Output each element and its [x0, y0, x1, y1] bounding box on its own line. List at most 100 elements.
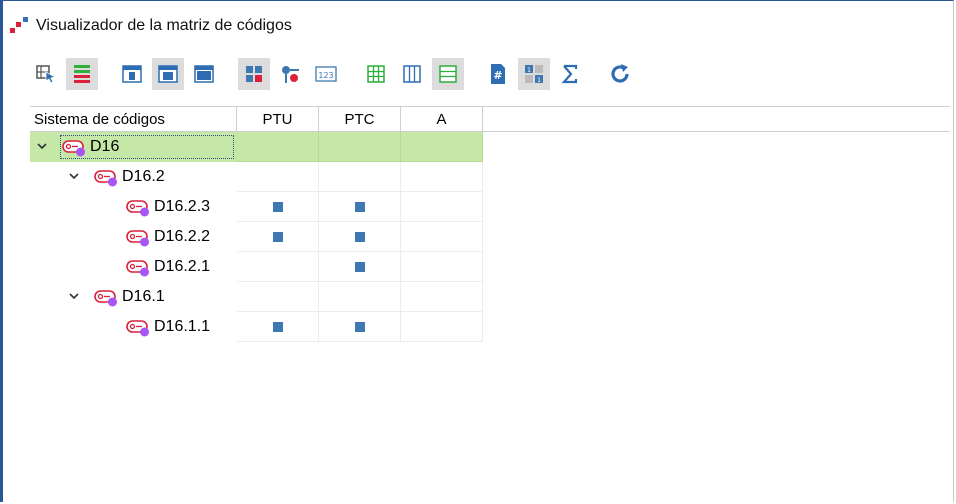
grid-header: Sistema de códigos PTU PTC A: [30, 106, 950, 132]
window-layout-icon: [158, 65, 178, 83]
matrix-cell[interactable]: [319, 252, 401, 282]
window-title: Visualizador de la matriz de códigos: [36, 17, 292, 34]
matrix-mark: [355, 232, 365, 242]
matrix-cell[interactable]: [319, 192, 401, 222]
rows-button[interactable]: [432, 58, 464, 90]
code-tag-icon: [126, 230, 149, 247]
matrix-cell[interactable]: [401, 312, 483, 342]
refresh-button[interactable]: [604, 58, 636, 90]
binary-matrix-icon: 1 1: [525, 65, 543, 84]
tree-cell[interactable]: D16.2.2: [30, 222, 237, 252]
header-code-system[interactable]: Sistema de códigos: [30, 107, 237, 131]
chevron-down-icon[interactable]: [68, 170, 80, 182]
svg-text:123: 123: [318, 71, 333, 80]
code-tag-icon: [94, 170, 117, 187]
tree-cell[interactable]: D16.2.3: [30, 192, 237, 222]
layout-1-button[interactable]: [116, 58, 148, 90]
table-row[interactable]: D16.2.1: [30, 252, 950, 282]
table-row[interactable]: D16: [30, 132, 950, 162]
grid-button[interactable]: [360, 58, 392, 90]
tree-cell[interactable]: D16.2: [30, 162, 237, 192]
toolbar: 123 # 1 1: [30, 54, 640, 94]
code-label: D16.2.3: [154, 198, 211, 215]
window-full-icon: [194, 65, 214, 83]
matrix-mark: [273, 232, 283, 242]
table-row[interactable]: D16.2.2: [30, 222, 950, 252]
code-label: D16.1.1: [154, 318, 211, 335]
chevron-down-icon[interactable]: [36, 140, 48, 152]
title-bar: Visualizador de la matriz de códigos: [8, 12, 292, 40]
tree-cell[interactable]: D16.1.1: [30, 312, 237, 342]
matrix-cell[interactable]: [237, 192, 319, 222]
matrix-cell[interactable]: [401, 162, 483, 192]
rows-icon: [439, 65, 457, 83]
matrix-cell[interactable]: [319, 132, 401, 162]
matrix-cell[interactable]: [237, 282, 319, 312]
table-row[interactable]: D16.1.1: [30, 312, 950, 342]
tree-cell[interactable]: D16.1: [30, 282, 237, 312]
matrix-cell[interactable]: [319, 162, 401, 192]
matrix-cell[interactable]: [401, 252, 483, 282]
chevron-down-icon[interactable]: [68, 290, 80, 302]
matrix-mark: [355, 202, 365, 212]
matrix-mark: [273, 322, 283, 332]
grid-icon: [367, 65, 385, 83]
matrix-cell[interactable]: [401, 282, 483, 312]
matrix-cell[interactable]: [237, 312, 319, 342]
tree-cell[interactable]: D16.2.1: [30, 252, 237, 282]
refresh-icon: [611, 64, 629, 83]
binary-button[interactable]: 1 1: [518, 58, 550, 90]
code-tag-icon: [126, 200, 149, 217]
symbols-button[interactable]: [238, 58, 270, 90]
select-tool-button[interactable]: [30, 58, 62, 90]
columns-icon: [403, 65, 421, 83]
table-row[interactable]: D16.1: [30, 282, 950, 312]
header-column-ptc[interactable]: PTC: [319, 107, 401, 131]
cursor-grid-icon: [36, 65, 57, 84]
header-column-ptu[interactable]: PTU: [237, 107, 319, 131]
nodes-button[interactable]: [274, 58, 306, 90]
matrix-cell[interactable]: [237, 162, 319, 192]
svg-text:1: 1: [527, 67, 531, 74]
layout-3-button[interactable]: [188, 58, 220, 90]
columns-button[interactable]: [396, 58, 428, 90]
matrix-cell[interactable]: [319, 312, 401, 342]
matrix-mark: [273, 202, 283, 212]
code-label: D16.1: [122, 288, 165, 305]
matrix-cell[interactable]: [237, 252, 319, 282]
matrix-mark: [355, 262, 365, 272]
code-label: D16.2.1: [154, 258, 211, 275]
table-row[interactable]: D16.2: [30, 162, 950, 192]
header-column-a[interactable]: A: [401, 107, 483, 131]
table-row[interactable]: D16.2.3: [30, 192, 950, 222]
window-layout-icon: [122, 65, 142, 83]
matrix-cell[interactable]: [401, 132, 483, 162]
code-tag-icon: [126, 320, 149, 337]
svg-text:#: #: [493, 69, 502, 82]
color-bars-icon: [74, 65, 90, 83]
grid-rows: D16 D16.2 D16.2.3 D16.2.2 D16.2.1 D16.1 D16.1.…: [30, 132, 950, 342]
header-filler: [483, 107, 950, 131]
squares-icon: [246, 66, 262, 82]
layout-2-button[interactable]: [152, 58, 184, 90]
hash-icon: #: [491, 64, 505, 84]
matrix-cell[interactable]: [401, 192, 483, 222]
nodes-icon: [282, 66, 299, 83]
matrix-cell[interactable]: [319, 222, 401, 252]
matrix-cell[interactable]: [401, 222, 483, 252]
code-label: D16.2.2: [154, 228, 211, 245]
sigma-icon: [561, 64, 578, 84]
matrix-cell[interactable]: [237, 222, 319, 252]
hash-button[interactable]: #: [482, 58, 514, 90]
matrix-cell[interactable]: [319, 282, 401, 312]
matrix-mark: [355, 322, 365, 332]
color-bars-button[interactable]: [66, 58, 98, 90]
numbers-button[interactable]: 123: [310, 58, 342, 90]
numbers-123-icon: 123: [315, 66, 337, 82]
code-tag-icon: [126, 260, 149, 277]
tree-cell[interactable]: D16: [30, 132, 237, 162]
matrix-cell[interactable]: [237, 132, 319, 162]
sum-button[interactable]: [554, 58, 586, 90]
code-matrix-grid: Sistema de códigos PTU PTC A D16 D16.2 D16…: [30, 106, 950, 342]
svg-text:1: 1: [537, 77, 541, 84]
